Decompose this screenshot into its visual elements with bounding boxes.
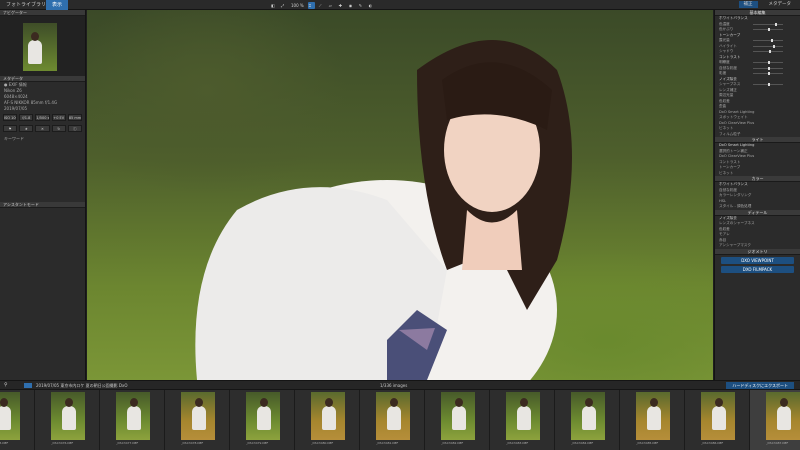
assistant-header[interactable]: アシスタントモード	[0, 202, 85, 208]
left-panel: ナビゲーター メタデータ ● EXIF 情報 Nikon Z6 6048×402…	[0, 10, 86, 380]
thumbnail	[636, 392, 670, 440]
filmstrip-item[interactable]: _DSC3476.NEF	[35, 390, 100, 450]
preview-icon[interactable]: ◐	[368, 2, 375, 9]
thumbnail	[116, 392, 150, 440]
tab-correction[interactable]: 補正	[738, 1, 758, 8]
thumbnail-filename: _DSC3485.NEF	[636, 441, 659, 445]
adjust-row[interactable]: フィルム粒子	[715, 132, 800, 138]
thumbnail-filename: _DSC3486.NEF	[701, 441, 724, 445]
flag-icon[interactable]: ⚑	[3, 125, 18, 132]
aperture-value: f/1.8	[19, 114, 34, 121]
filmstrip-item[interactable]: _DSC3481.NEF	[360, 390, 425, 450]
navigator-preview[interactable]	[0, 16, 85, 76]
filmstrip-item[interactable]: _DSC3486.NEF	[685, 390, 750, 450]
filmstrip-item[interactable]: _DSC3477.NEF	[100, 390, 165, 450]
photo-portrait	[195, 40, 572, 380]
thumbnail	[0, 392, 20, 440]
filmstrip-item[interactable]: _DSC3478.NEF	[165, 390, 230, 450]
thumbnail	[51, 392, 85, 440]
star-icon[interactable]: ★	[19, 125, 34, 132]
thumbnail-filename: _DSC3481.NEF	[376, 441, 399, 445]
iso-value: ISO 100	[3, 114, 18, 121]
filmstrip-item[interactable]: _DSC3480.NEF	[295, 390, 360, 450]
viewpoint-button[interactable]: DXO VIEWPOINT	[721, 256, 794, 264]
thumbnail-filename: _DSC3483.NEF	[506, 441, 529, 445]
filmstrip-item[interactable]: _DSC3475.NEF	[0, 390, 35, 450]
tab-metadata[interactable]: メタデータ	[764, 1, 797, 8]
tab-library[interactable]: フォトライブラリ	[0, 0, 52, 10]
thumbnail-filename: _DSC3484.NEF	[571, 441, 594, 445]
filmstrip-item[interactable]: _DSC3479.NEF	[230, 390, 295, 450]
adjust-row[interactable]: アンシャープマスク	[715, 243, 800, 249]
image-viewer[interactable]	[87, 10, 713, 380]
info-icon[interactable]: ⓘ	[67, 125, 83, 132]
folder-icon[interactable]	[24, 383, 32, 388]
action-buttons: ⚑ ★ ✕ ↻ ⓘ	[0, 123, 85, 134]
thumbnail	[311, 392, 345, 440]
exposure-info: ISO 100 f/1.8 1/500 s +0 EV 85 mm	[0, 112, 85, 123]
folder-path: 2019/07/05 東京市内ロケ 夏の朝日公園撮影 DxO	[36, 383, 128, 388]
thumbnail-filename: _DSC3487.NEF	[766, 441, 789, 445]
thumbnail	[376, 392, 410, 440]
thumbnail-filename: _DSC3480.NEF	[311, 441, 334, 445]
toolbar: ◧ ⤢ 100 % ⌗ ⟋ ▱ ✚ ◉ ✎ ◐	[270, 1, 375, 9]
redeye-icon[interactable]: ◉	[348, 2, 355, 9]
filmstrip-item[interactable]: _DSC3482.NEF	[425, 390, 490, 450]
section-header[interactable]: ジオメトリ	[715, 248, 800, 255]
shutter-value: 1/500 s	[35, 114, 50, 121]
perspective-icon[interactable]: ▱	[328, 2, 335, 9]
top-bar: フォトライブラリ 表示 ◧ ⤢ 100 % ⌗ ⟋ ▱ ✚ ◉ ✎ ◐ 補正 メ…	[0, 0, 800, 10]
filmstrip: _DSC3475.NEF _DSC3476.NEF _DSC3477.NEF _DSC…	[0, 390, 800, 450]
thumbnail	[701, 392, 735, 440]
ev-value: +0 EV	[51, 114, 66, 121]
thumbnail-filename: _DSC3479.NEF	[246, 441, 269, 445]
thumbnail	[571, 392, 605, 440]
thumbnail	[246, 392, 280, 440]
thumbnail	[506, 392, 540, 440]
filmpack-button[interactable]: DXO FILMPACK	[721, 265, 794, 273]
filmstrip-item[interactable]: _DSC3484.NEF	[555, 390, 620, 450]
adjust-row[interactable]: スタイル - 調色処理	[715, 204, 800, 210]
filmstrip-item[interactable]: _DSC3485.NEF	[620, 390, 685, 450]
tab-customize[interactable]: 表示	[46, 0, 69, 10]
filter-icon[interactable]: ⚲	[4, 382, 8, 388]
export-button[interactable]: ハードディスクにエクスポート	[726, 382, 794, 389]
local-adjust-icon[interactable]: ✎	[358, 2, 365, 9]
thumbnail	[766, 392, 800, 440]
image-count: 1/336 images	[380, 383, 408, 388]
right-panel: 基本編集 ホワイトバランス 色温度 色かぶり トーンカーブ 露光量 ハイライト …	[714, 10, 800, 380]
focal-value: 85 mm	[67, 114, 83, 121]
adjust-row[interactable]: ビネット	[715, 171, 800, 177]
fit-icon[interactable]: ⤢	[280, 2, 287, 9]
thumbnail-filename: _DSC3476.NEF	[51, 441, 74, 445]
thumbnail-filename: _DSC3475.NEF	[0, 441, 9, 445]
zoom-level[interactable]: 100 %	[290, 2, 305, 9]
thumbnail	[181, 392, 215, 440]
panel-spacer	[0, 142, 85, 202]
repair-icon[interactable]: ✚	[338, 2, 345, 9]
reject-icon[interactable]: ✕	[35, 125, 50, 132]
crop-icon[interactable]: ⌗	[307, 1, 315, 9]
thumbnail-filename: _DSC3478.NEF	[181, 441, 204, 445]
thumbnail	[441, 392, 475, 440]
thumbnail-filename: _DSC3482.NEF	[441, 441, 464, 445]
filmstrip-item[interactable]: _DSC3487.NEF	[750, 390, 800, 450]
thumbnail-filename: _DSC3477.NEF	[116, 441, 139, 445]
filmstrip-item[interactable]: _DSC3483.NEF	[490, 390, 555, 450]
filmstrip-toolbar: ⚲ 2019/07/05 東京市内ロケ 夏の朝日公園撮影 DxO 1/336 i…	[0, 380, 800, 390]
rotate-icon[interactable]: ↻	[51, 125, 66, 132]
compare-icon[interactable]: ◧	[270, 2, 277, 9]
straighten-icon[interactable]: ⟋	[318, 2, 325, 9]
